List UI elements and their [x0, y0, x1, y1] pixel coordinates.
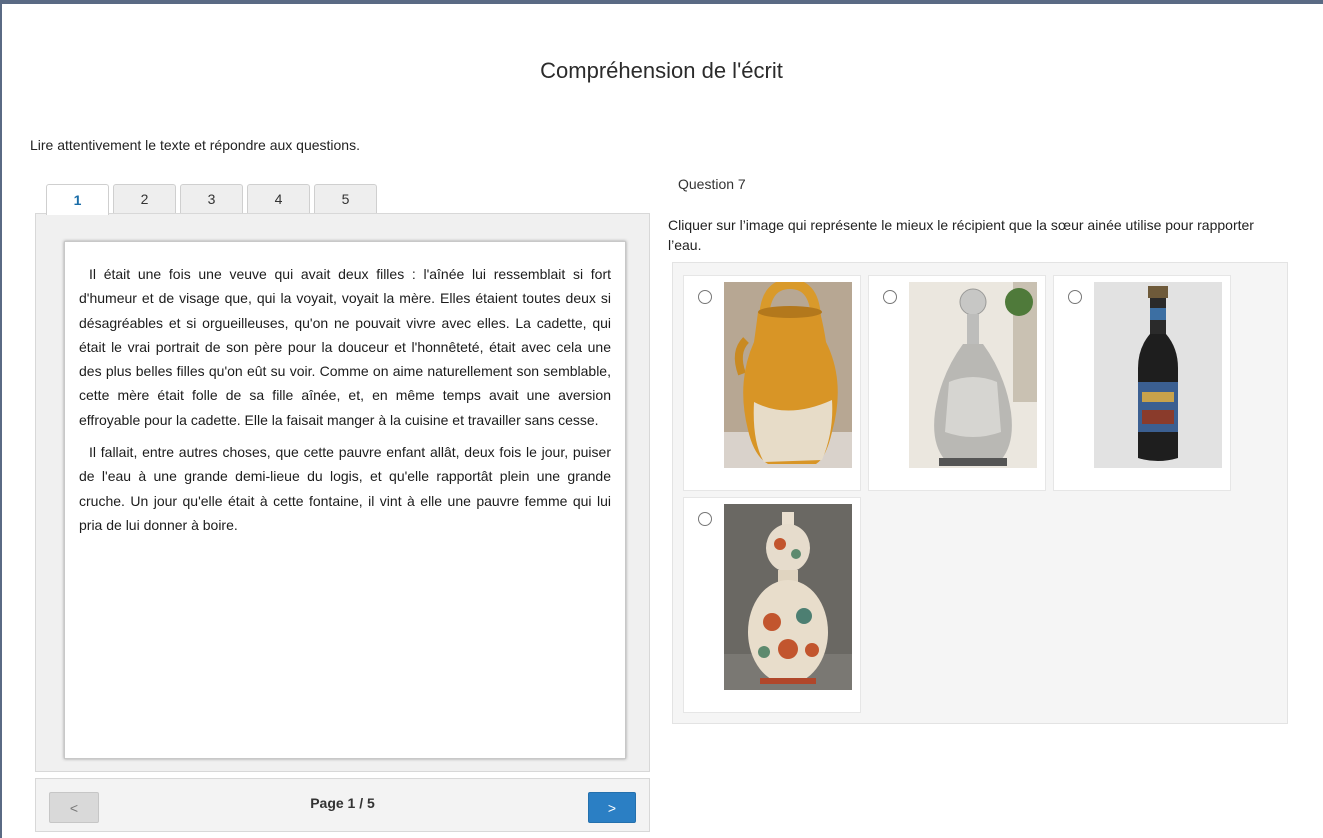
answer-option-1[interactable]	[683, 275, 861, 491]
text-tabs: 1 2 3 4 5	[46, 184, 381, 215]
radio-button[interactable]	[698, 512, 712, 526]
radio-button[interactable]	[1068, 290, 1082, 304]
glass-decanter-image[interactable]	[909, 282, 1037, 468]
clay-jug-image[interactable]	[724, 282, 852, 468]
tab-4[interactable]: 4	[247, 184, 310, 213]
pager: < Page 1 / 5 >	[35, 778, 650, 832]
question-title: Question 7	[678, 176, 746, 192]
tab-1[interactable]: 1	[46, 184, 109, 215]
tab-2[interactable]: 2	[113, 184, 176, 213]
page-indicator: Page 1 / 5	[310, 795, 375, 811]
radio-button[interactable]	[883, 290, 897, 304]
answer-option-4[interactable]	[683, 497, 861, 713]
next-page-button[interactable]: >	[588, 792, 636, 823]
dark-bottle-image[interactable]	[1094, 282, 1222, 468]
radio-button[interactable]	[698, 290, 712, 304]
answer-option-3[interactable]	[1053, 275, 1231, 491]
tab-5[interactable]: 5	[314, 184, 377, 213]
reading-text-box[interactable]: Il était une fois une veuve qui avait de…	[64, 241, 626, 759]
tab-3[interactable]: 3	[180, 184, 243, 213]
answer-options	[672, 262, 1288, 724]
reading-paragraph: Il fallait, entre autres choses, que cet…	[79, 444, 611, 533]
reading-paragraph: Il était une fois une veuve qui avait de…	[79, 266, 611, 428]
answer-option-2[interactable]	[868, 275, 1046, 491]
page-title: Compréhension de l'écrit	[540, 58, 783, 83]
double-gourd-vase-image[interactable]	[724, 504, 852, 690]
reading-panel: Il était une fois une veuve qui avait de…	[35, 213, 650, 772]
question-text: Cliquer sur l’image qui représente le mi…	[668, 217, 1254, 253]
instructions: Lire attentivement le texte et répondre …	[30, 137, 360, 153]
